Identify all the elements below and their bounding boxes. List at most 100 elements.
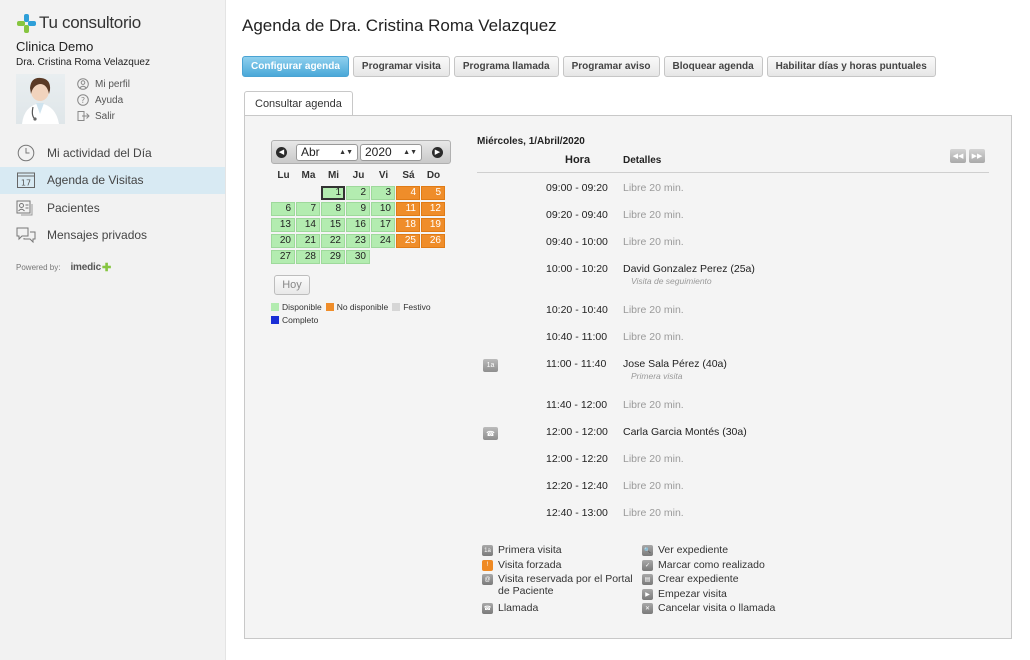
- calendar-legend: Disponible No disponible Festivo Completo: [271, 300, 461, 326]
- nav-item-agenda[interactable]: 17 Agenda de Visitas: [0, 166, 225, 194]
- programar-visita-button[interactable]: Programar visita: [352, 56, 450, 77]
- legend-item: Festivo: [392, 300, 431, 313]
- calendar-day[interactable]: 29: [321, 250, 345, 264]
- calendar-day[interactable]: 26: [421, 234, 445, 248]
- weekday-label: Do: [426, 170, 441, 181]
- patient-name[interactable]: Jose Sala Pérez (40a): [623, 358, 727, 370]
- calendar-day[interactable]: 1: [321, 186, 345, 200]
- next-day-icon[interactable]: ▶▶: [969, 149, 985, 163]
- icon-legend-label: Visita forzada: [498, 558, 562, 571]
- calendar-day[interactable]: 24: [371, 234, 395, 248]
- imedic-plus-icon: ✚: [101, 262, 112, 274]
- imedic-logo: imedic: [70, 262, 101, 273]
- calendar-day[interactable]: 12: [421, 202, 445, 216]
- calendar-day[interactable]: 13: [271, 218, 295, 232]
- tab-bar: Consultar agenda: [244, 91, 353, 116]
- menu-mi-perfil[interactable]: Mi perfil: [76, 76, 130, 92]
- today-button[interactable]: Hoy: [274, 275, 310, 295]
- icon-legend-label: Ver expediente: [658, 544, 729, 556]
- first-visit-icon: 1a: [483, 359, 498, 372]
- calendar-day[interactable]: 14: [296, 218, 320, 232]
- calendar-day[interactable]: 20: [271, 234, 295, 248]
- bloquear-agenda-button[interactable]: Bloquear agenda: [663, 56, 763, 77]
- nav-item-pacientes[interactable]: Pacientes: [0, 194, 225, 222]
- next-month-icon[interactable]: ▶: [432, 146, 443, 158]
- calendar-day[interactable]: 15: [321, 218, 345, 232]
- calendar-week: 20 21 22 23 24 25 26: [271, 234, 451, 250]
- calendar-day[interactable]: 4: [396, 186, 420, 200]
- logout-icon: [76, 110, 90, 122]
- habilitar-dias-button[interactable]: Habilitar días y horas puntuales: [766, 56, 936, 77]
- day-agenda: Miércoles, 1/Abril/2020 Hora Detalles ◀◀…: [477, 136, 989, 519]
- sidebar: Tu consultorio Clinica Demo Dra. Cristin…: [0, 0, 226, 660]
- calendar-day[interactable]: 30: [346, 250, 370, 264]
- programa-llamada-button[interactable]: Programa llamada: [453, 56, 559, 77]
- slot-free-label: Libre 20 min.: [623, 209, 684, 221]
- col-hora: Hora: [565, 154, 591, 166]
- user-menu: Mi perfil ? Ayuda Salir: [76, 76, 130, 124]
- select-arrows-icon: ▲▼: [403, 148, 417, 156]
- app-logo[interactable]: Tu consultorio: [17, 13, 141, 33]
- user-icon: [76, 78, 90, 90]
- calendar-day[interactable]: 21: [296, 234, 320, 248]
- icon-legend-item: ☎ Llamada: [482, 602, 642, 617]
- calendar-day[interactable]: 11: [396, 202, 420, 216]
- legend-item: No disponible: [325, 300, 388, 313]
- start-visit-icon: ▶: [642, 588, 653, 600]
- calendar-day[interactable]: 9: [346, 202, 370, 216]
- icon-legend-label: Visita reservada por el Portal de Pacien…: [498, 573, 633, 597]
- calendar-day[interactable]: 18: [396, 218, 420, 232]
- month-select[interactable]: Abr ▲▼: [296, 143, 358, 161]
- slot-time: 10:00 - 10:20: [546, 263, 608, 275]
- toolbar: Configurar agenda Programar visita Progr…: [242, 56, 940, 77]
- calendar-day[interactable]: 23: [346, 234, 370, 248]
- calendar-grid: 1 2 3 4 5 6 7 8 9 10 11 12 13 14 15 16 17 18 19 20 21 22 23 24 2…: [271, 186, 451, 266]
- nav-item-mi-actividad[interactable]: Mi actividad del Día: [0, 139, 225, 167]
- calendar-day[interactable]: 3: [371, 186, 395, 200]
- slot-time: 09:00 - 09:20: [546, 182, 608, 194]
- agenda-pager: ◀◀ ▶▶: [947, 149, 985, 163]
- svg-text:17: 17: [21, 179, 31, 188]
- prev-day-icon[interactable]: ◀◀: [950, 149, 966, 163]
- prev-month-icon[interactable]: ◀: [276, 146, 287, 158]
- menu-ayuda[interactable]: ? Ayuda: [76, 92, 130, 108]
- year-select[interactable]: 2020 ▲▼: [360, 143, 422, 161]
- icon-legend-item: ▤ Crear expediente: [642, 573, 775, 588]
- legend-swatch: [271, 302, 279, 311]
- calendar-day[interactable]: 22: [321, 234, 345, 248]
- calendar-empty-cell: [421, 250, 445, 264]
- slot-time: 10:40 - 11:00: [546, 331, 608, 343]
- sidebar-nav: Mi actividad del Día 17 Agenda de Visita…: [0, 139, 225, 249]
- calendar-day[interactable]: 6: [271, 202, 295, 216]
- agenda-header: Hora Detalles ◀◀ ▶▶: [477, 149, 989, 173]
- calendar-day[interactable]: 7: [296, 202, 320, 216]
- calendar-day[interactable]: 27: [271, 250, 295, 264]
- calendar-day[interactable]: 25: [396, 234, 420, 248]
- slot-free-label: Libre 20 min.: [623, 182, 684, 194]
- calendar-day[interactable]: 16: [346, 218, 370, 232]
- calendar-day[interactable]: 10: [371, 202, 395, 216]
- check-icon: ✓: [642, 559, 653, 571]
- calendar-day[interactable]: 2: [346, 186, 370, 200]
- programar-aviso-button[interactable]: Programar aviso: [562, 56, 660, 77]
- tab-consultar-agenda[interactable]: Consultar agenda: [244, 91, 353, 116]
- nav-item-mensajes[interactable]: Mensajes privados: [0, 222, 225, 250]
- agenda-date: Miércoles, 1/Abril/2020: [477, 136, 585, 147]
- calendar-day[interactable]: 28: [296, 250, 320, 264]
- patient-name[interactable]: Carla Garcia Montés (30a): [623, 426, 747, 438]
- legend-swatch: [392, 302, 401, 311]
- icon-legend-item: @ Visita reservada por el Portal de Pacie…: [482, 573, 642, 602]
- icon-legend-left: 1a Primera visita! Visita forzada @ Visita r…: [482, 544, 642, 617]
- month-value: Abr: [301, 145, 320, 159]
- configurar-agenda-button[interactable]: Configurar agenda: [242, 56, 349, 77]
- patient-name[interactable]: David Gonzalez Perez (25a): [623, 263, 755, 275]
- calendar-day[interactable]: 17: [371, 218, 395, 232]
- menu-salir[interactable]: Salir: [76, 108, 130, 124]
- page-title: Agenda de Dra. Cristina Roma Velazquez: [242, 16, 557, 35]
- phone-icon: ☎: [483, 427, 498, 440]
- calendar-day[interactable]: 19: [421, 218, 445, 232]
- calendar-day[interactable]: 5: [421, 186, 445, 200]
- slot-free-label: Libre 20 min.: [623, 236, 684, 248]
- calendar-day[interactable]: 8: [321, 202, 345, 216]
- calendar-icon: 17: [16, 171, 36, 189]
